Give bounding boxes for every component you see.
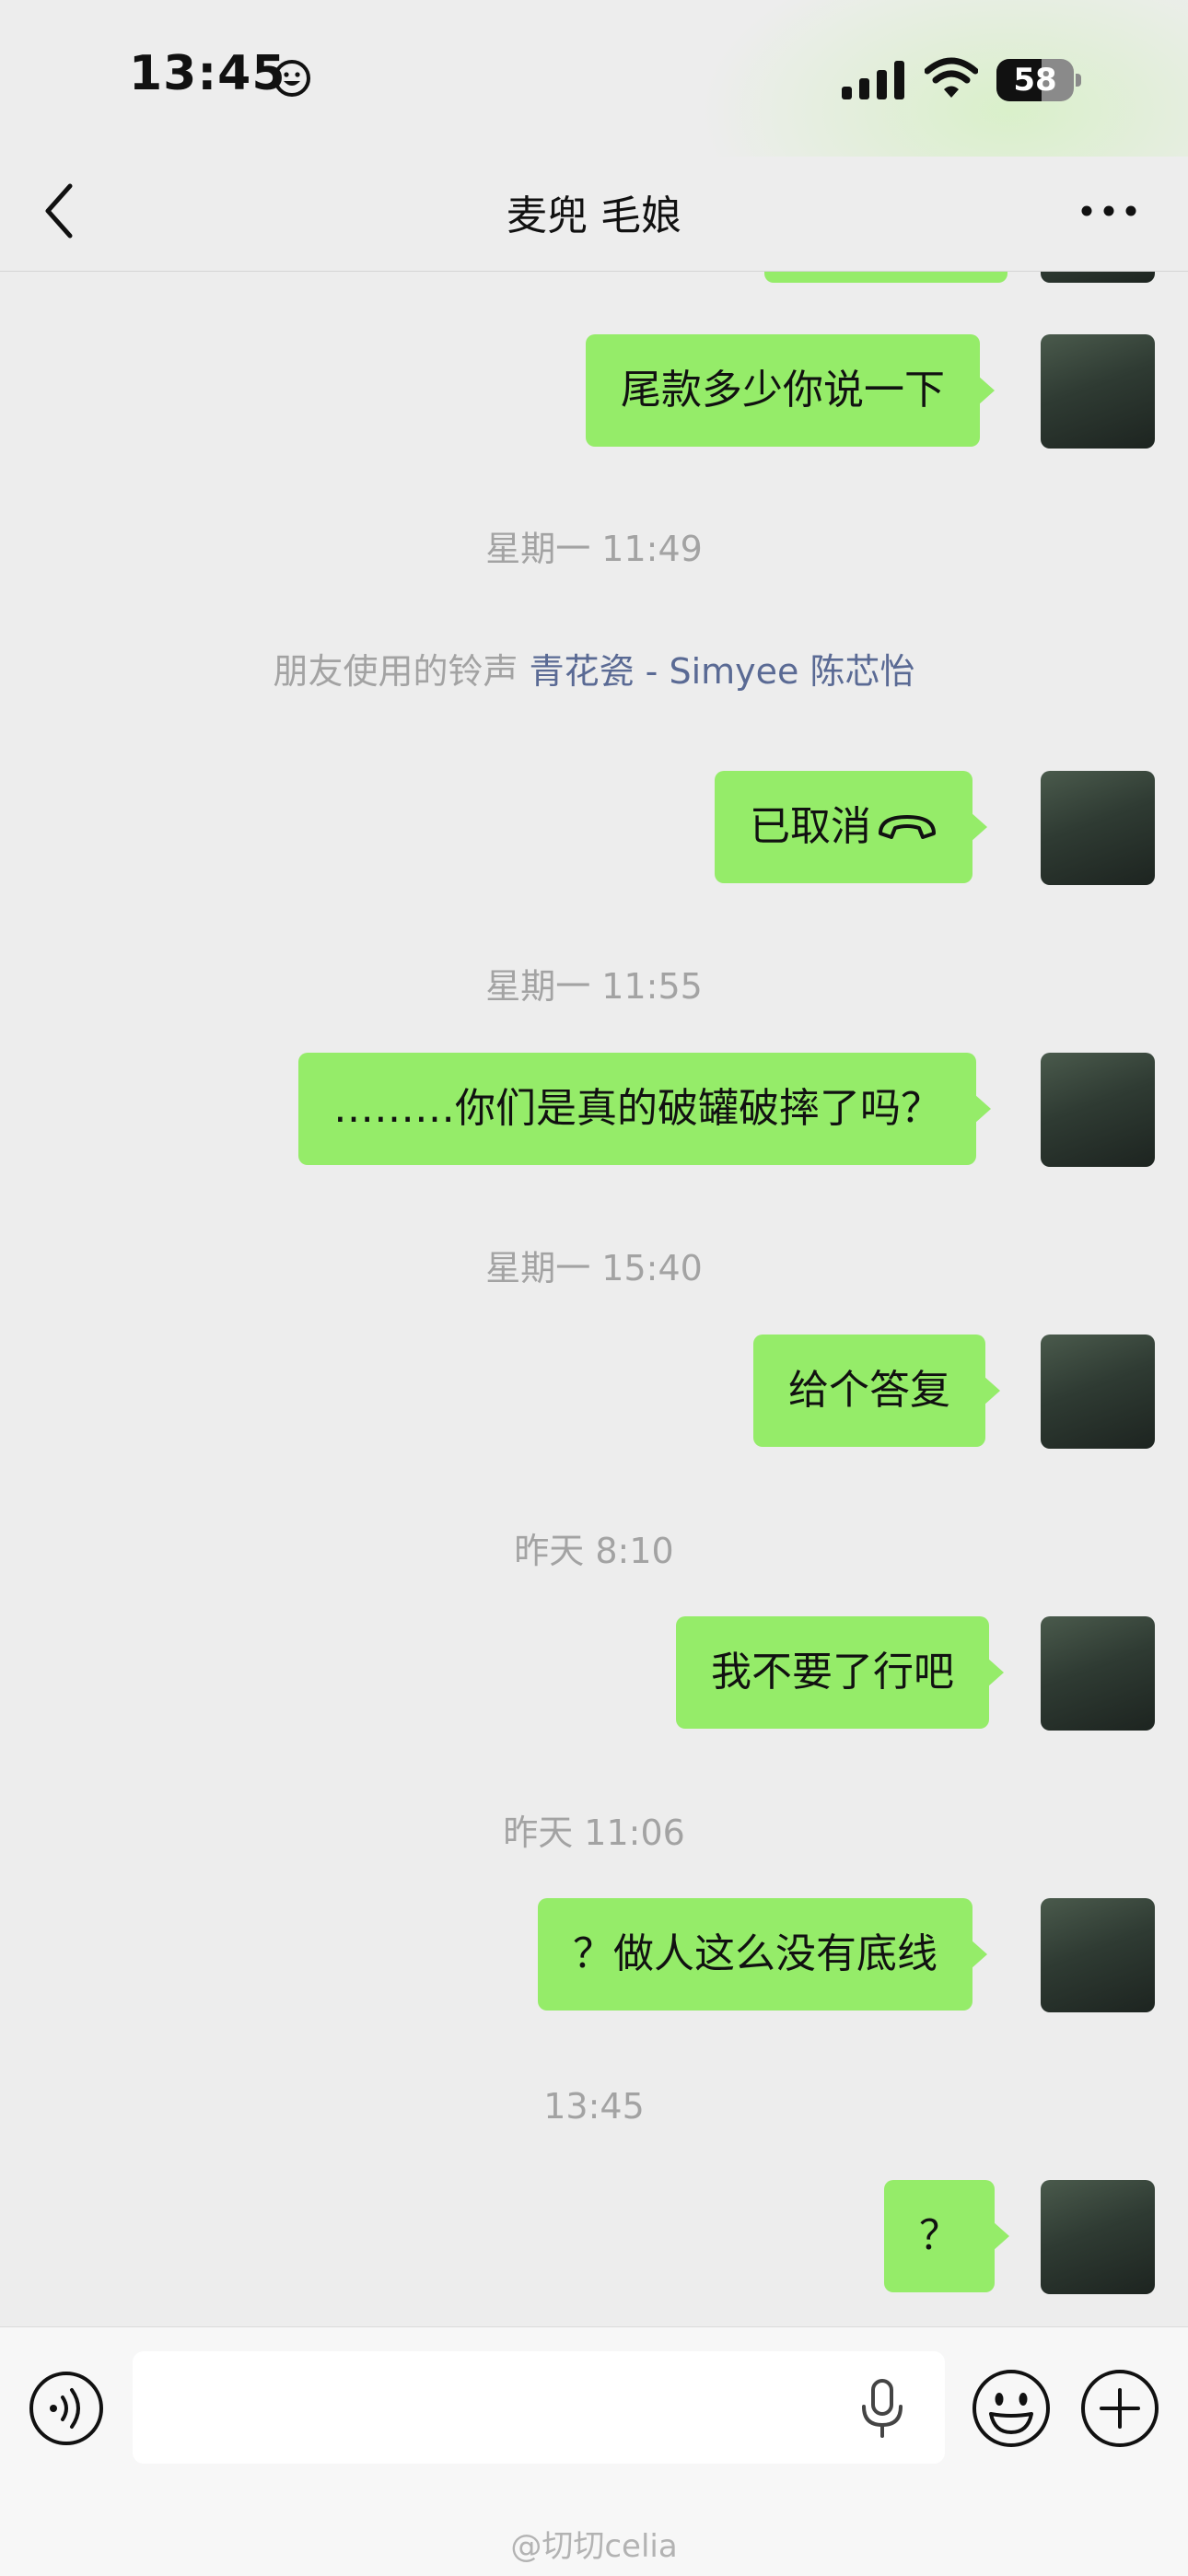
avatar[interactable] <box>1041 1616 1155 1731</box>
timestamp: 昨天 11:06 <box>503 1813 685 1853</box>
voice-icon[interactable] <box>28 2370 105 2447</box>
ringtone-song-link[interactable]: 青花瓷 - Simyee 陈芯怡 <box>530 651 915 692</box>
timestamp: 星期一 11:55 <box>485 966 703 1007</box>
chat-header: 麦兜 毛娘 <box>0 157 1188 272</box>
microphone-icon[interactable] <box>856 2377 908 2440</box>
ringtone-prefix: 朋友使用的铃声 <box>273 651 518 692</box>
wifi-icon <box>925 57 978 98</box>
avatar[interactable] <box>1041 1335 1155 1449</box>
message-input[interactable] <box>133 2351 945 2464</box>
timestamp: 13:45 <box>543 2086 645 2127</box>
message-bubble[interactable]: ？ <box>884 2180 1009 2292</box>
signal-icon <box>842 61 904 99</box>
watermark: @切切celia <box>510 2528 678 2565</box>
ringtone-notice: 朋友使用的铃声 青花瓷 - Simyee 陈芯怡 <box>0 643 1188 694</box>
smiley-icon <box>274 60 310 97</box>
chat-title: 麦兜 毛娘 <box>507 192 681 239</box>
phone-hangup-icon <box>879 815 936 839</box>
message-bubble[interactable]: 我不要了行吧 <box>676 1616 1004 1729</box>
avatar[interactable] <box>1041 771 1155 885</box>
input-bar: @切切celia <box>0 2326 1188 2576</box>
message-list[interactable]: 尾款多少你说一下 星期一 11:49 朋友使用的铃声 青花瓷 - Simyee … <box>0 272 1188 2325</box>
call-status: 已取消 <box>750 803 871 850</box>
timestamp: 星期一 15:40 <box>485 1248 703 1288</box>
battery-icon: 58 <box>996 59 1081 101</box>
battery-percentage: 58 <box>1013 62 1057 99</box>
more-dots-icon[interactable] <box>1079 197 1138 225</box>
message-bubble[interactable]: ………你们是真的破罐破摔了吗？ <box>298 1053 991 1165</box>
message-bubble[interactable]: 给个答复 <box>753 1335 1000 1447</box>
timestamp: 星期一 11:49 <box>485 529 703 569</box>
message-bubble-partial[interactable] <box>764 272 1007 283</box>
message-bubble[interactable]: ？做人这么没有底线 <box>538 1898 987 2011</box>
status-bar: 13:45 58 <box>0 0 1188 276</box>
plus-icon[interactable] <box>1079 2368 1160 2449</box>
avatar[interactable] <box>1041 1898 1155 2012</box>
avatar[interactable] <box>1041 334 1155 449</box>
avatar[interactable] <box>1041 1053 1155 1167</box>
timestamp: 昨天 8:10 <box>514 1531 674 1571</box>
message-bubble[interactable]: 尾款多少你说一下 <box>586 334 995 447</box>
emoji-icon[interactable] <box>971 2368 1052 2449</box>
call-bubble[interactable]: 已取消 <box>715 771 987 883</box>
avatar[interactable] <box>1041 2180 1155 2294</box>
avatar[interactable] <box>1041 272 1155 283</box>
status-time: 13:45 <box>129 46 286 101</box>
